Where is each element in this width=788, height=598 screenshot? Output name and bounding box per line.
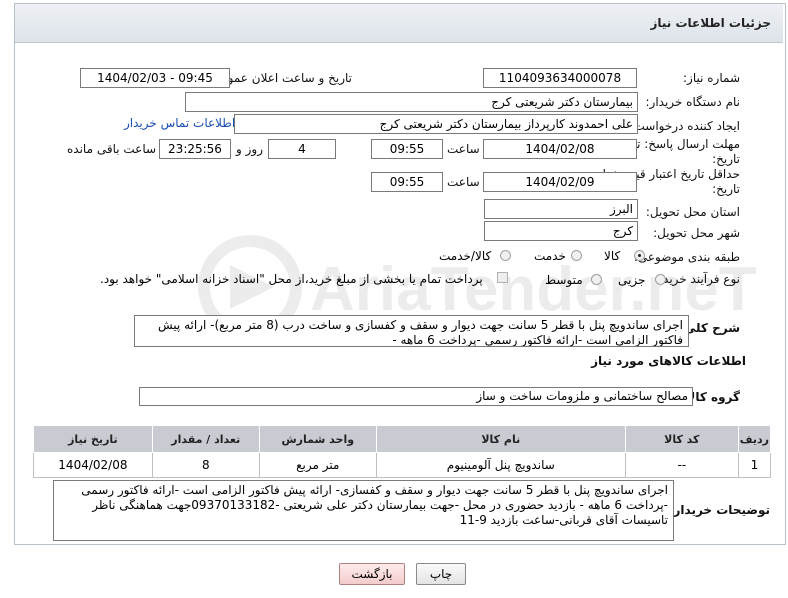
buyer-contact-link[interactable]: اطلاعات تماس خریدار (124, 116, 235, 130)
cell-date: 1404/02/08 (33, 452, 153, 478)
col-header-qty: تعداد / مقدار (151, 425, 260, 453)
buyer-org-field: بیمارستان دکتر شریعتی کرج (185, 92, 638, 112)
validity-time-label: ساعت (447, 175, 480, 189)
city-label: شهر محل تحویل: (653, 226, 740, 240)
process-option-medium: متوسط (545, 273, 583, 287)
category-label: طبقه بندی موضوعی: (633, 250, 740, 264)
need-number-label: شماره نیاز: (683, 71, 740, 85)
remaining-time-label: ساعت باقی مانده (67, 142, 157, 156)
city-field: کرج (484, 221, 638, 241)
category-option-service: خدمت (534, 249, 566, 263)
col-header-row-num: ردیف (737, 425, 772, 453)
treasury-payment-note: پرداخت تمام یا بخشی از مبلغ خرید،از محل … (100, 272, 483, 286)
cell-name: ساندویچ پنل آلومینیوم (375, 452, 626, 478)
process-radio-minor[interactable] (655, 274, 666, 285)
table-header-row: ردیف کد کالا نام کالا واحد شمارش تعداد /… (33, 425, 772, 453)
summary-textarea: اجرای ساندویچ پنل با قطر 5 سانت جهت دیوا… (134, 315, 689, 347)
deadline-label: مهلت ارسال پاسخ: تا تاریخ: (633, 137, 740, 166)
category-radio-goods[interactable] (634, 250, 645, 261)
items-table: ردیف کد کالا نام کالا واحد شمارش تعداد /… (33, 425, 772, 478)
need-number-field: 1104093634000078 (483, 68, 637, 88)
col-header-unit: واحد شمارش (258, 425, 377, 453)
category-option-both: کالا/خدمت (439, 249, 492, 263)
print-button[interactable]: چاپ (416, 563, 466, 585)
category-radio-service[interactable] (571, 250, 582, 261)
goods-section-title: اطلاعات کالاهای مورد نیاز (591, 354, 746, 368)
province-label: استان محل تحویل: (645, 205, 740, 219)
deadline-time-field: 09:55 (371, 139, 443, 159)
validity-time-field: 09:55 (371, 172, 443, 192)
process-option-minor: جزیی (618, 273, 646, 287)
creator-field: علی احمدوند کارپرداز بیمارستان دکتر شریع… (234, 114, 638, 134)
cell-unit: متر مربع (258, 452, 377, 478)
deadline-date-field: 1404/02/08 (483, 139, 637, 159)
category-radio-both[interactable] (500, 250, 511, 261)
validity-date-field: 1404/02/09 (483, 172, 637, 192)
days-field: 4 (268, 139, 336, 159)
col-header-code: کد کالا (624, 425, 739, 453)
cell-qty: 8 (151, 452, 260, 478)
cell-code: -- (624, 452, 739, 478)
province-field: البرز (484, 199, 638, 219)
goods-group-field: مصالح ساختمانی و ملزومات ساخت و ساز (139, 387, 693, 406)
col-header-date: تاریخ نیاز (33, 425, 153, 453)
buyer-notes-textarea: اجرای ساندویچ پنل با قطر 5 سانت جهت دیوا… (53, 480, 674, 541)
days-label: روز و (236, 142, 263, 156)
deadline-time-label: ساعت (447, 142, 480, 156)
process-label: نوع فرآیند خرید : (655, 272, 740, 286)
creator-label: ایجاد کننده درخواست: (629, 119, 740, 133)
back-button[interactable]: بازگشت (339, 563, 405, 585)
buyer-org-label: نام دستگاه خریدار: (645, 95, 741, 109)
treasury-payment-checkbox[interactable] (497, 272, 508, 283)
table-row: 1 -- ساندویچ پنل آلومینیوم متر مربع 8 14… (33, 452, 772, 478)
cell-row-num: 1 (737, 452, 772, 478)
remaining-time-field: 23:25:56 (159, 139, 231, 159)
buyer-notes-label: توضیحات خریدار: (668, 503, 770, 517)
announce-field: 1404/02/03 - 09:45 (80, 68, 230, 88)
panel-header: جزئیات اطلاعات نیاز (15, 4, 783, 43)
category-option-goods: کالا (604, 249, 621, 263)
process-radio-medium[interactable] (591, 274, 602, 285)
col-header-name: نام کالا (375, 425, 626, 453)
page-title: جزئیات اطلاعات نیاز (650, 16, 771, 30)
